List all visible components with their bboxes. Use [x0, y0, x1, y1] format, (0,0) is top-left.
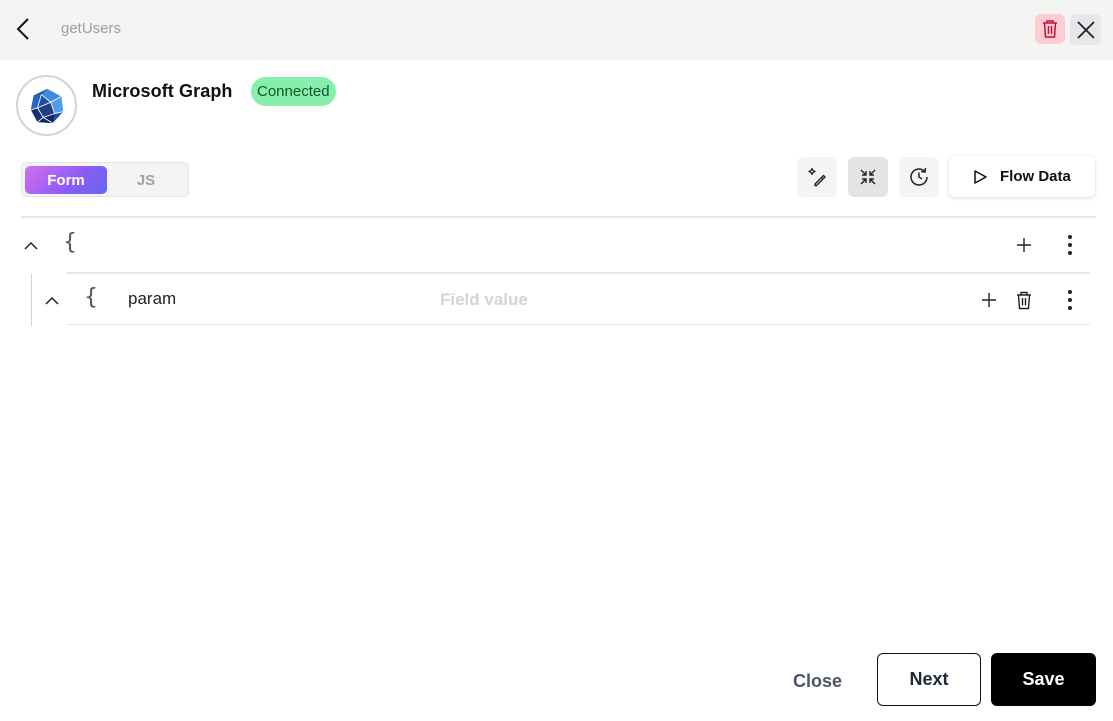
connector-name: Microsoft Graph [92, 81, 233, 101]
status-badge: Connected [251, 77, 336, 106]
connector-logo [16, 75, 77, 136]
field-key: param [128, 289, 177, 308]
mode-toggle: Form JS [21, 162, 189, 197]
tab-form[interactable]: Form [25, 166, 107, 194]
play-icon [974, 169, 987, 184]
more-vertical-icon [1068, 290, 1072, 310]
field-value-input[interactable] [440, 286, 840, 314]
collapse-root-toggle[interactable] [21, 236, 41, 256]
more-vertical-icon [1068, 235, 1072, 255]
add-field-button[interactable] [1012, 233, 1036, 257]
save-button[interactable]: Save [991, 653, 1096, 706]
close-panel-button[interactable] [1070, 14, 1101, 45]
trash-icon [1017, 291, 1031, 309]
tab-js[interactable]: JS [107, 166, 185, 194]
trash-icon [1043, 20, 1057, 38]
history-button[interactable] [899, 157, 939, 197]
next-button[interactable]: Next [877, 653, 981, 706]
top-bar: getUsers [0, 0, 1113, 60]
plus-icon [982, 293, 996, 307]
plus-icon [1017, 238, 1031, 252]
collapse-button[interactable] [848, 157, 888, 197]
tree-guide-line [31, 274, 32, 326]
more-options-button[interactable] [1058, 233, 1082, 257]
chevron-left-icon [16, 18, 29, 40]
flow-data-button[interactable]: Flow Data [949, 156, 1095, 197]
delete-button[interactable] [1035, 14, 1065, 44]
back-button[interactable] [6, 12, 40, 46]
divider [67, 324, 1090, 325]
object-brace-icon: { [63, 230, 77, 255]
history-icon [910, 167, 928, 186]
divider [21, 216, 1096, 218]
add-subfield-button[interactable] [977, 288, 1001, 312]
magic-wand-button[interactable] [797, 157, 837, 197]
microsoft-graph-logo-icon [30, 88, 63, 123]
collapse-param-toggle[interactable] [42, 291, 62, 311]
object-brace-icon: { [84, 285, 98, 310]
delete-field-button[interactable] [1012, 288, 1036, 312]
divider [67, 272, 1090, 274]
flow-data-label: Flow Data [1000, 168, 1071, 185]
more-options-button[interactable] [1058, 288, 1082, 312]
collapse-icon [860, 169, 876, 185]
chevron-up-icon [24, 241, 38, 250]
magic-wand-icon [808, 167, 826, 187]
close-icon [1076, 20, 1095, 39]
breadcrumb: getUsers [61, 20, 122, 37]
chevron-up-icon [45, 296, 59, 305]
close-button[interactable]: Close [780, 664, 855, 698]
